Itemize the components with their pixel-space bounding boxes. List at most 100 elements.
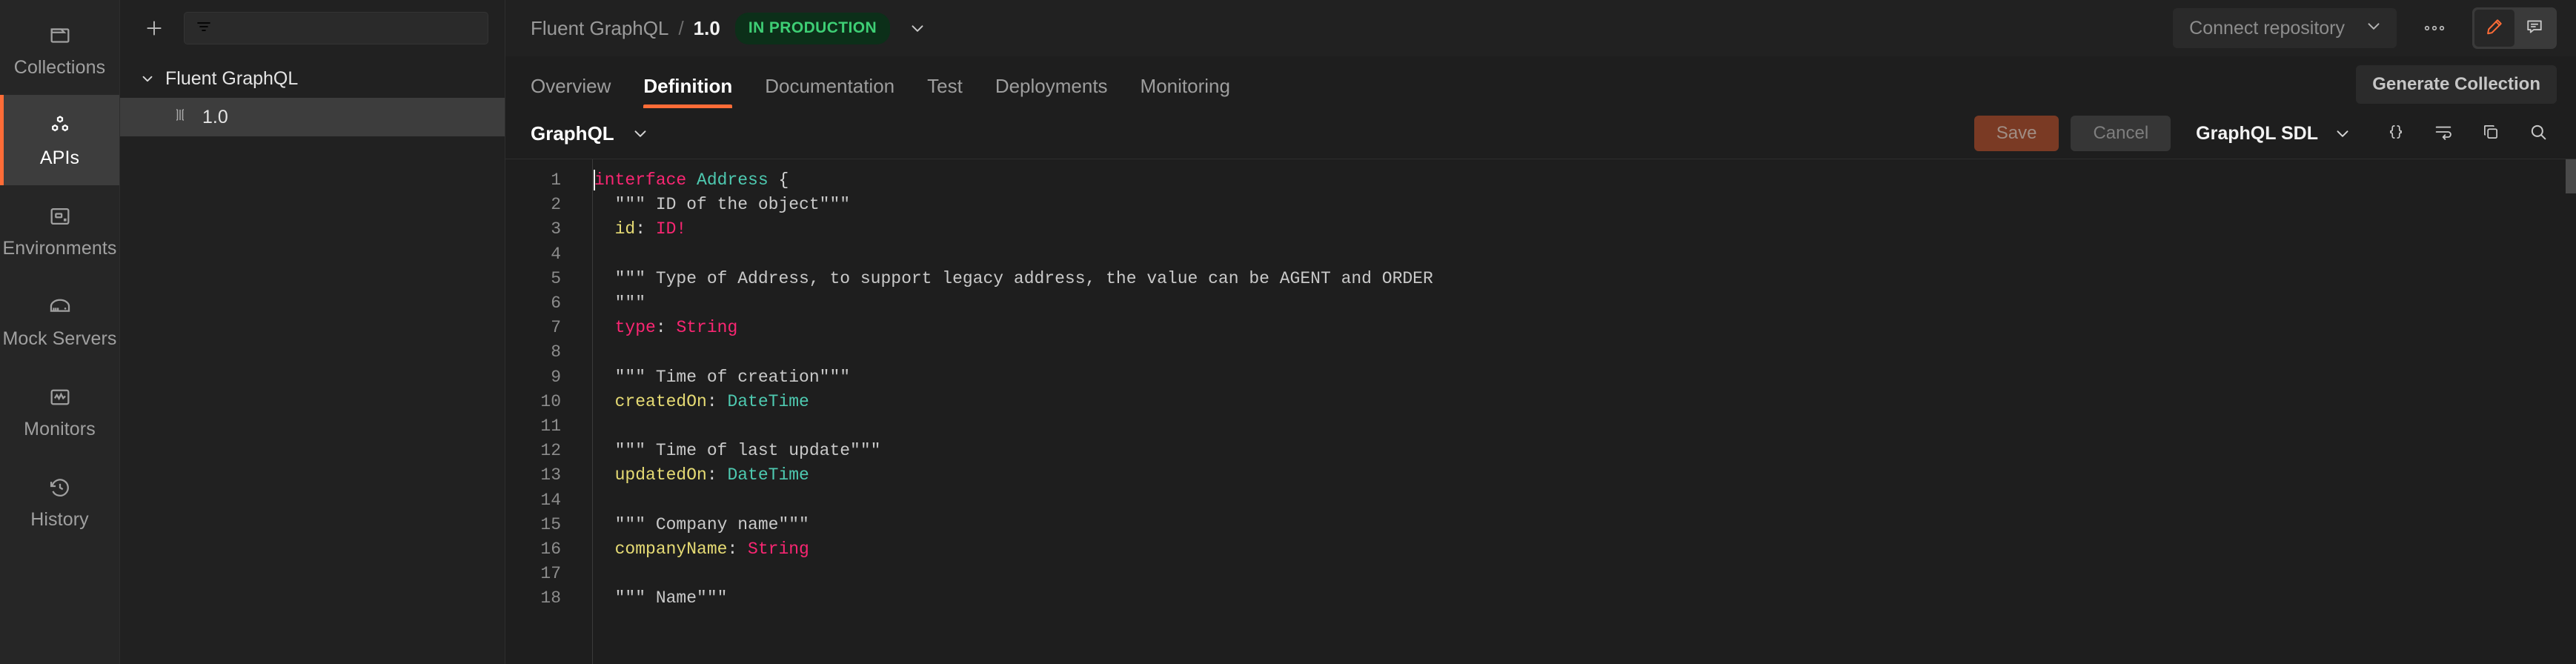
sidebar-item-label: History — [30, 511, 88, 529]
sidebar-item-mock-servers[interactable]: Mock Servers — [0, 276, 119, 366]
main-content: Fluent GraphQL / 1.0 IN PRODUCTION Conne… — [505, 0, 2576, 664]
line-number: 3 — [505, 217, 561, 242]
tab-test[interactable]: Test — [927, 75, 963, 108]
line-number: 2 — [505, 193, 561, 217]
monitors-icon — [47, 385, 73, 410]
definition-format-value: GraphQL SDL — [2196, 123, 2318, 145]
comment-icon — [2524, 16, 2545, 41]
line-number: 11 — [505, 414, 561, 439]
mock-servers-icon — [47, 294, 73, 319]
comments-button[interactable] — [2514, 10, 2555, 47]
explorer-filter-input[interactable] — [184, 12, 488, 44]
sidebar-item-history[interactable]: History — [0, 456, 119, 547]
tab-overview[interactable]: Overview — [531, 75, 611, 108]
editor-action-icons — [2377, 116, 2557, 151]
version-menu-chevron-down-icon[interactable] — [908, 19, 927, 38]
editor-line-numbers: 123456789101112131415161718 — [505, 159, 593, 664]
line-number: 12 — [505, 439, 561, 463]
view-mode-toggle-group — [2472, 7, 2557, 49]
line-number: 6 — [505, 291, 561, 316]
line-number: 14 — [505, 488, 561, 513]
tree-group-fluent-graphql[interactable]: Fluent GraphQL — [120, 59, 505, 98]
save-button[interactable]: Save — [1974, 116, 2059, 151]
line-number: 8 — [505, 340, 561, 365]
tab-list: Overview Definition Documentation Test D… — [531, 75, 1230, 108]
braces-icon — [2386, 122, 2406, 145]
chevron-down-icon — [631, 124, 650, 143]
editor-vertical-scrollbar[interactable] — [2566, 159, 2576, 193]
definition-format-select[interactable]: GraphQL SDL — [2196, 123, 2352, 145]
beautify-button[interactable] — [2377, 116, 2414, 151]
connect-repository-label: Connect repository — [2189, 18, 2345, 39]
breadcrumb-version[interactable]: 1.0 — [694, 17, 720, 40]
line-number: 1 — [505, 168, 561, 193]
tab-monitoring[interactable]: Monitoring — [1141, 75, 1230, 108]
editor-code-area[interactable]: interface Address { """ ID of the object… — [593, 159, 2576, 664]
line-number: 15 — [505, 513, 561, 537]
breadcrumb-separator: / — [678, 17, 683, 40]
wrap-lines-button[interactable] — [2425, 116, 2462, 151]
primary-sidebar: Collections APIs Environments — [0, 0, 120, 664]
sidebar-item-label: Monitors — [24, 420, 96, 439]
api-explorer-panel: Fluent GraphQL 1.0 — [120, 0, 505, 664]
line-number: 18 — [505, 586, 561, 611]
tree-item-version-1-0[interactable]: 1.0 — [120, 98, 505, 136]
sidebar-item-label: Collections — [14, 59, 105, 77]
apis-icon — [47, 113, 73, 139]
tab-definition[interactable]: Definition — [643, 75, 732, 108]
connect-repository-select[interactable]: Connect repository — [2173, 8, 2397, 48]
sidebar-item-label: APIs — [40, 149, 79, 167]
breadcrumb-api-name[interactable]: Fluent GraphQL — [531, 17, 668, 40]
search-button[interactable] — [2520, 116, 2557, 151]
api-tree: Fluent GraphQL 1.0 — [120, 56, 505, 664]
line-number: 17 — [505, 562, 561, 586]
line-number: 5 — [505, 267, 561, 291]
definition-toolbar: GraphQL Save Cancel GraphQL SDL — [505, 108, 2576, 159]
line-number: 13 — [505, 463, 561, 488]
chevron-down-icon — [2364, 16, 2383, 41]
tab-deployments[interactable]: Deployments — [995, 75, 1108, 108]
explorer-toolbar — [120, 0, 505, 56]
generate-collection-button[interactable]: Generate Collection — [2356, 65, 2557, 104]
text-caret — [594, 170, 595, 190]
sidebar-item-collections[interactable]: Collections — [0, 4, 119, 95]
sidebar-item-label: Mock Servers — [2, 330, 116, 348]
api-version-icon — [172, 106, 190, 129]
sidebar-item-monitors[interactable]: Monitors — [0, 366, 119, 456]
collections-icon — [47, 23, 73, 48]
line-number: 9 — [505, 365, 561, 390]
language-select-value: GraphQL — [531, 122, 614, 145]
pencil-icon — [2484, 16, 2505, 41]
add-api-button[interactable] — [138, 12, 170, 44]
sidebar-item-environments[interactable]: Environments — [0, 185, 119, 276]
filter-icon — [195, 18, 213, 39]
line-number: 10 — [505, 390, 561, 414]
api-header: Fluent GraphQL / 1.0 IN PRODUCTION Conne… — [505, 0, 2576, 56]
breadcrumb: Fluent GraphQL / 1.0 — [531, 17, 720, 40]
cancel-button[interactable]: Cancel — [2071, 116, 2171, 151]
definition-code-editor[interactable]: 123456789101112131415161718 interface Ad… — [505, 159, 2576, 664]
language-select[interactable]: GraphQL — [531, 122, 650, 145]
editor-code-text: interface Address { """ ID of the object… — [594, 168, 2576, 611]
copy-button[interactable] — [2472, 116, 2509, 151]
line-number: 4 — [505, 242, 561, 267]
tab-documentation[interactable]: Documentation — [765, 75, 894, 108]
copy-icon — [2481, 122, 2500, 145]
tree-group-label: Fluent GraphQL — [165, 68, 298, 90]
line-number: 16 — [505, 537, 561, 562]
environments-icon — [47, 204, 73, 229]
tree-item-label: 1.0 — [202, 107, 228, 128]
chevron-down-icon — [2333, 124, 2352, 143]
more-options-button[interactable] — [2413, 8, 2456, 48]
status-badge: IN PRODUCTION — [735, 13, 890, 44]
line-number: 7 — [505, 316, 561, 340]
chevron-down-icon[interactable] — [139, 70, 156, 87]
sidebar-item-apis[interactable]: APIs — [0, 95, 119, 185]
edit-mode-button[interactable] — [2474, 10, 2514, 47]
sidebar-item-label: Environments — [2, 239, 116, 258]
history-icon — [47, 475, 73, 500]
search-icon — [2528, 122, 2549, 146]
wrap-lines-icon — [2433, 122, 2454, 146]
api-tabs: Overview Definition Documentation Test D… — [505, 56, 2576, 108]
app-window: Collections APIs Environments — [0, 0, 2576, 664]
